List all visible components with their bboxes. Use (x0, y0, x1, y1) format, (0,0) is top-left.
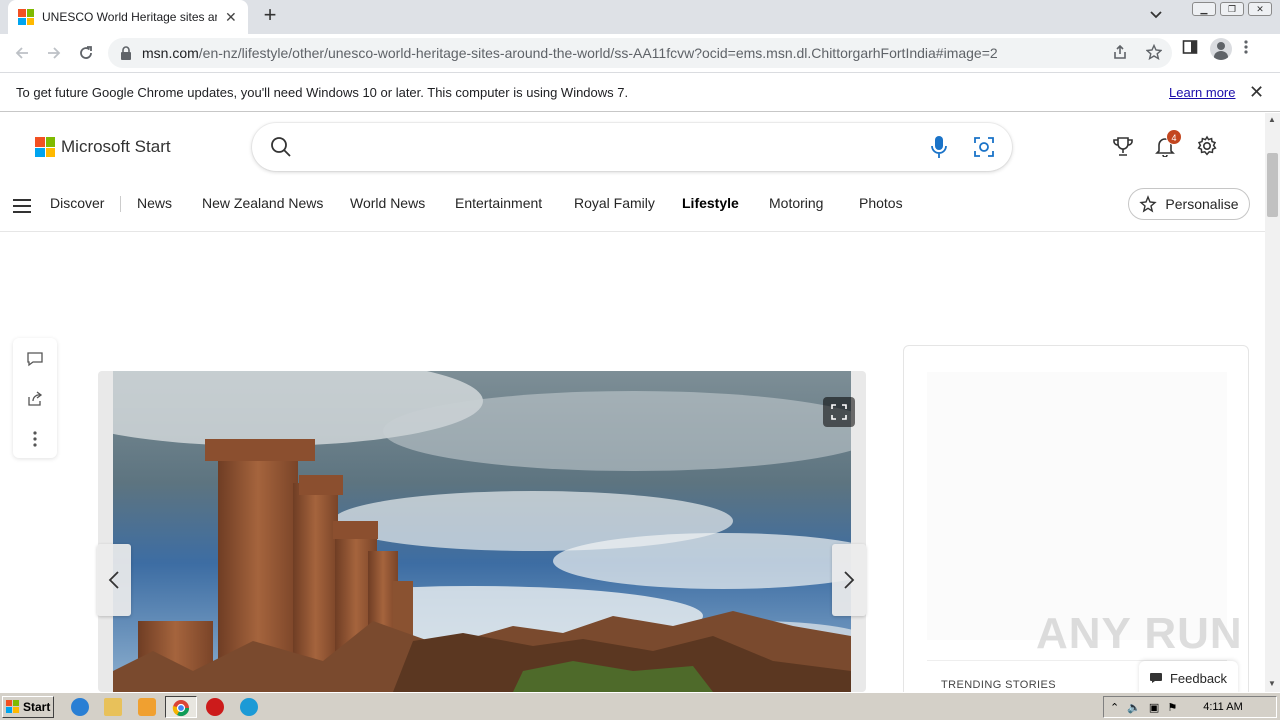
chrome-icon (172, 700, 190, 717)
brand-name: Microsoft Start (61, 137, 171, 156)
tab-close-icon[interactable]: ✕ (225, 9, 237, 26)
share-icon[interactable] (26, 390, 44, 408)
nav-item-entertainment[interactable]: Entertainment (455, 195, 542, 211)
settings-gear-icon[interactable] (1196, 135, 1218, 162)
search-icon[interactable] (270, 136, 292, 158)
update-infobar: To get future Google Chrome updates, you… (0, 72, 1280, 112)
nav-item-lifestyle[interactable]: Lifestyle (682, 195, 739, 211)
microsoft-start-logo[interactable]: Microsoft Start (35, 137, 171, 157)
star-icon[interactable] (1145, 43, 1163, 64)
forward-icon[interactable] (38, 37, 70, 69)
side-panel-icon[interactable] (1182, 39, 1198, 60)
header-actions: 4 (1112, 129, 1218, 162)
clock[interactable]: 4:11 AM (1203, 701, 1243, 713)
learn-more-link[interactable]: Learn more (1169, 85, 1235, 100)
url-text: msn.com/en-nz/lifestyle/other/unesco-wor… (142, 45, 998, 61)
scroll-down-arrow-icon[interactable]: ▼ (1268, 679, 1276, 688)
restore-button[interactable]: ❐ (1220, 2, 1244, 16)
chrome-taskbar-button[interactable] (165, 696, 197, 718)
visual-search-icon[interactable] (973, 136, 995, 158)
ad-placeholder (927, 372, 1227, 640)
close-window-button[interactable]: ✕ (1248, 2, 1272, 16)
nav-divider (120, 196, 121, 212)
infobar-message: To get future Google Chrome updates, you… (16, 84, 629, 100)
media-player-icon[interactable] (138, 698, 156, 716)
rewards-trophy-icon[interactable] (1112, 135, 1134, 162)
menu-icon[interactable] (1244, 39, 1248, 60)
opera-icon[interactable] (206, 698, 224, 716)
nav-item-new-zealand-news[interactable]: New Zealand News (202, 195, 323, 211)
personalise-button[interactable]: Personalise (1128, 188, 1250, 220)
windows-logo-icon (6, 700, 19, 713)
scroll-up-arrow-icon[interactable]: ▲ (1268, 115, 1276, 124)
nav-item-discover[interactable]: Discover (50, 195, 104, 211)
start-button[interactable]: Start (2, 696, 54, 718)
more-options-icon[interactable] (26, 430, 44, 448)
nav-item-news[interactable]: News (137, 195, 172, 211)
feedback-label: Feedback (1169, 670, 1228, 686)
toolbar-right (1182, 38, 1248, 60)
nav-item-world-news[interactable]: World News (350, 195, 425, 211)
tray-expand-icon[interactable]: ⌃ (1110, 701, 1119, 714)
page-scrollbar[interactable]: ▲ ▼ (1265, 113, 1280, 692)
edge-icon[interactable] (240, 698, 258, 716)
back-icon[interactable] (6, 37, 38, 69)
next-slide-button[interactable] (832, 544, 866, 616)
notifications-bell-icon[interactable]: 4 (1154, 129, 1182, 162)
browser-toolbar: msn.com/en-nz/lifestyle/other/unesco-wor… (0, 34, 1280, 72)
file-explorer-icon[interactable] (104, 698, 122, 716)
window-controls: ▁ ❐ ✕ (1192, 2, 1272, 16)
tab-strip: UNESCO World Heritage sites around the w… (0, 0, 1280, 34)
windows-taskbar: Start ⌃ 🔈 ▣ ⚑ 4:11 AM (0, 692, 1280, 720)
profile-icon[interactable] (1210, 38, 1232, 60)
browser-tab[interactable]: UNESCO World Heritage sites around the w… (8, 0, 248, 34)
slideshow-photo[interactable] (113, 371, 851, 692)
chevron-right-icon (844, 571, 855, 589)
fullscreen-expand-icon[interactable] (823, 397, 855, 427)
start-label: Start (23, 700, 51, 714)
reload-icon[interactable] (70, 37, 102, 69)
notification-count-badge: 4 (1166, 129, 1182, 145)
address-bar[interactable]: msn.com/en-nz/lifestyle/other/unesco-wor… (108, 38, 1172, 68)
chevron-left-icon (108, 571, 119, 589)
volume-icon[interactable]: 🔈 (1127, 701, 1141, 714)
comment-icon[interactable] (26, 350, 44, 368)
search-input[interactable] (252, 123, 1012, 171)
tab-title: UNESCO World Heritage sites around the w… (42, 10, 217, 24)
infobar-close-icon[interactable]: ✕ (1249, 82, 1264, 103)
personalise-label: Personalise (1165, 196, 1239, 212)
network-icon[interactable]: ▣ (1149, 701, 1159, 714)
feedback-icon (1149, 673, 1162, 683)
anyrun-watermark: ANY RUN (1036, 609, 1243, 658)
article-action-rail (13, 338, 57, 458)
system-tray: ⌃ 🔈 ▣ ⚑ 4:11 AM (1103, 696, 1277, 718)
minimize-button[interactable]: ▁ (1192, 2, 1216, 16)
nav-item-royal-family[interactable]: Royal Family (574, 195, 655, 211)
microsoft-logo-icon (35, 137, 55, 157)
share-icon[interactable] (1112, 44, 1128, 64)
feedback-button[interactable]: Feedback (1139, 661, 1238, 692)
microphone-icon[interactable] (930, 135, 948, 159)
nav-item-motoring[interactable]: Motoring (769, 195, 823, 211)
sparkle-star-icon (1139, 195, 1158, 213)
hamburger-menu-icon[interactable] (13, 199, 31, 217)
internet-explorer-icon[interactable] (71, 698, 89, 716)
new-tab-button[interactable]: + (258, 4, 282, 28)
page-content: Microsoft Start 4 Discover News New Zeal… (0, 113, 1265, 692)
msn-favicon-icon (18, 9, 34, 25)
slideshow (98, 371, 866, 692)
nav-item-photos[interactable]: Photos (859, 195, 903, 211)
tab-search-chevron-icon[interactable] (1150, 6, 1162, 22)
action-center-flag-icon[interactable]: ⚑ (1167, 701, 1177, 714)
lock-icon[interactable] (120, 46, 132, 60)
previous-slide-button[interactable] (97, 544, 131, 616)
scrollbar-thumb[interactable] (1267, 153, 1278, 217)
